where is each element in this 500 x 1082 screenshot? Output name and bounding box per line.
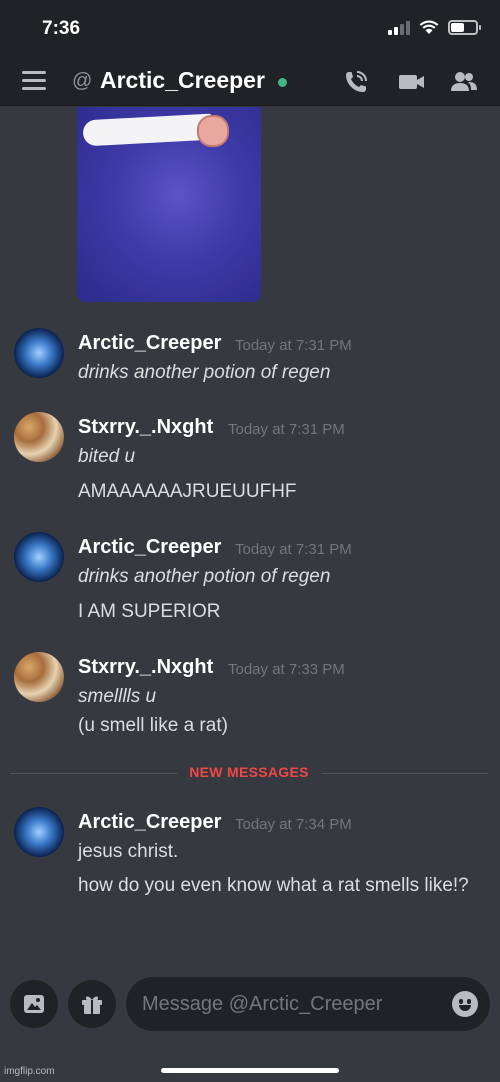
home-indicator[interactable]: [161, 1068, 339, 1073]
image-fist-shape: [197, 115, 229, 147]
image-icon: [24, 995, 44, 1013]
status-time: 7:36: [42, 18, 81, 39]
video-call-icon[interactable]: [398, 68, 426, 96]
online-status-icon: [278, 78, 287, 87]
message-timestamp: Today at 7:34 PM: [235, 816, 352, 833]
wifi-icon: [419, 20, 439, 34]
channel-name: Arctic_Creeper: [100, 67, 265, 93]
emoji-icon[interactable]: [452, 991, 478, 1017]
message-text: I AM SUPERIOR: [78, 601, 221, 622]
gift-icon: [82, 996, 102, 1014]
message-username[interactable]: Arctic_Creeper: [78, 811, 221, 834]
at-icon: @: [72, 70, 93, 92]
message-text: (u smell like a rat): [78, 715, 228, 736]
message-username[interactable]: Stxrry._.Nxght: [78, 656, 213, 679]
battery-icon: [448, 20, 481, 35]
message-text: drinks another potion of regen: [78, 566, 331, 587]
channel-header: @ Arctic_Creeper: [0, 58, 500, 106]
avatar[interactable]: [14, 652, 64, 702]
new-messages-label: NEW MESSAGES: [177, 764, 321, 780]
message-input[interactable]: [126, 977, 490, 1031]
message-timestamp: Today at 7:33 PM: [228, 661, 345, 678]
menu-icon[interactable]: [22, 71, 46, 91]
message-timestamp: Today at 7:31 PM: [228, 421, 345, 438]
message-text: AMAAAAAAJRUEUUFHF: [78, 481, 297, 502]
avatar[interactable]: [14, 532, 64, 582]
message-text: bited u: [78, 446, 136, 467]
message-text: drinks another potion of regen: [78, 362, 331, 383]
status-bar: 7:36: [0, 0, 500, 58]
new-messages-divider: NEW MESSAGES: [10, 764, 488, 780]
message-timestamp: Today at 7:31 PM: [235, 337, 352, 354]
message-list[interactable]: Arctic_Creeper Today at 7:31 PM drinks a…: [0, 107, 500, 967]
voice-call-icon[interactable]: [342, 68, 370, 96]
avatar[interactable]: [14, 328, 64, 378]
message-username[interactable]: Stxrry._.Nxght: [78, 416, 213, 439]
gift-button[interactable]: [68, 980, 116, 1028]
message-text: smelllls u: [78, 686, 157, 707]
message-timestamp: Today at 7:31 PM: [235, 541, 352, 558]
message-image-attachment[interactable]: [77, 107, 261, 302]
message-text: jesus christ.: [78, 841, 179, 862]
status-icons: [388, 20, 481, 35]
members-icon[interactable]: [450, 68, 478, 96]
attach-image-button[interactable]: [10, 980, 58, 1028]
message-username[interactable]: Arctic_Creeper: [78, 332, 221, 355]
message-composer: [0, 967, 500, 1082]
watermark: imgflip.com: [4, 1066, 55, 1077]
cellular-signal-icon: [388, 20, 410, 35]
image-arm-shape: [82, 113, 214, 147]
message-text: how do you even know what a rat smells l…: [78, 875, 469, 896]
avatar[interactable]: [14, 412, 64, 462]
avatar[interactable]: [14, 807, 64, 857]
message-username[interactable]: Arctic_Creeper: [78, 536, 221, 559]
